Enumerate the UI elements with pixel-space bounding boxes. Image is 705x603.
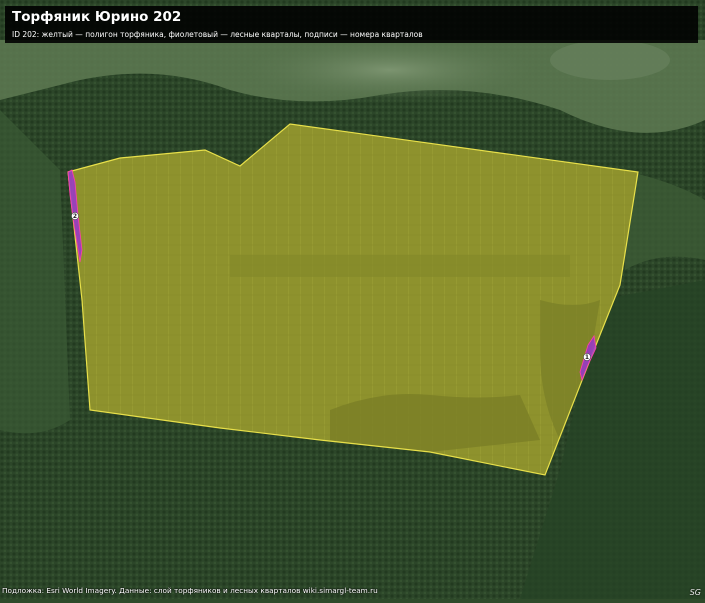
- watermark-badge: SG: [689, 588, 701, 597]
- map-view[interactable]: 2 1: [0, 0, 705, 599]
- wetland-northeast: [550, 40, 670, 80]
- map-canvas: 2 1: [0, 0, 705, 599]
- map-title: Торфяник Юрино 202: [12, 9, 182, 25]
- quarter-label: 2: [73, 213, 77, 220]
- wetland-north: [240, 38, 540, 102]
- quarter-label: 1: [585, 354, 589, 361]
- map-legend-description: ID 202: желтый — полигон торфяника, фиол…: [12, 30, 423, 39]
- attribution-text: Подложка: Esri World Imagery. Данные: сл…: [2, 586, 378, 595]
- map-header: Торфяник Юрино 202 ID 202: желтый — поли…: [5, 6, 698, 43]
